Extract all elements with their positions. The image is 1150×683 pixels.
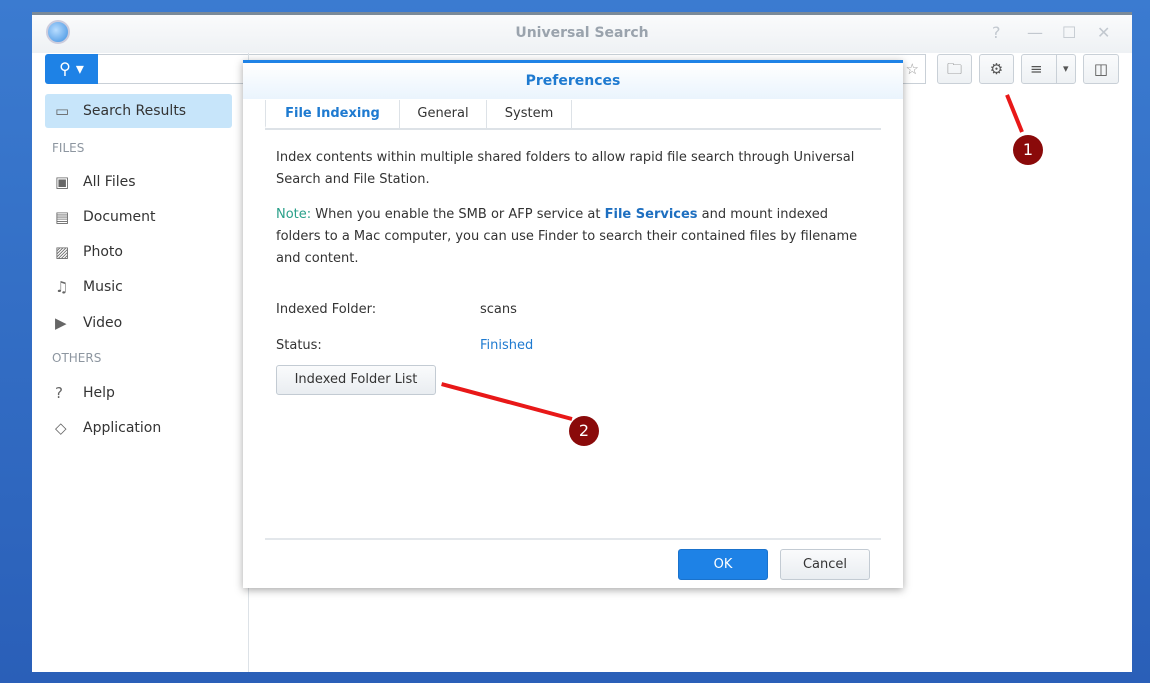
preferences-dialog: Preferences File Indexing General System…	[243, 60, 903, 588]
title-bar: Universal Search ? — ☐ ✕	[32, 15, 1132, 53]
status-label: Status:	[276, 338, 322, 353]
folder-star-icon: 🗀	[946, 60, 962, 78]
annotation-badge-1: 1	[1013, 135, 1043, 165]
video-icon: ▶	[55, 314, 67, 332]
sidebar-item-video[interactable]: ▶ Video	[45, 306, 232, 340]
sidebar-item-document[interactable]: ▤ Document	[45, 200, 232, 234]
close-icon[interactable]: ✕	[1097, 23, 1110, 42]
favorite-star-icon[interactable]: ☆	[906, 60, 919, 78]
chevron-down-icon[interactable]: ▾	[1056, 55, 1069, 83]
sidebar-item-label: Video	[83, 315, 123, 331]
status-value: Finished	[480, 338, 534, 353]
maximize-icon[interactable]: ☐	[1062, 23, 1076, 42]
description-text: Index contents within multiple shared fo…	[276, 150, 855, 187]
panel-icon: ◫	[1093, 60, 1109, 78]
note-text: Note: When you enable the SMB or AFP ser…	[276, 204, 876, 270]
note-part: When you enable the SMB or AFP service a…	[311, 207, 605, 222]
all-files-icon: ▣	[55, 173, 70, 191]
monitor-icon: ▭	[55, 102, 70, 120]
note-label: Note:	[276, 207, 312, 222]
gear-icon: ⚙	[989, 60, 1004, 78]
sidebar-item-search-results[interactable]: ▭ Search Results	[45, 94, 232, 128]
list-icon: ≡	[1030, 60, 1043, 78]
footer-divider	[265, 538, 881, 540]
view-mode-button[interactable]: ≡ ▾	[1021, 54, 1076, 84]
sidebar-item-label: Help	[83, 385, 115, 401]
help-icon: ?	[55, 384, 63, 402]
tab-bar: File Indexing General System	[265, 100, 881, 130]
music-icon: ♫	[55, 278, 69, 296]
file-services-link[interactable]: File Services	[605, 207, 698, 222]
toggle-panel-button[interactable]: ◫	[1083, 54, 1119, 84]
sidebar-item-label: All Files	[83, 174, 136, 190]
favorite-folders-button[interactable]: 🗀	[937, 54, 972, 84]
annotation-badge-2: 2	[569, 416, 599, 446]
sidebar-item-music[interactable]: ♫ Music	[45, 270, 232, 304]
others-section-header: OTHERS	[52, 351, 102, 365]
help-icon[interactable]: ?	[992, 23, 1001, 42]
sidebar: ▭ Search Results FILES ▣ All Files ▤ Docume…	[32, 53, 249, 672]
photo-icon: ▨	[55, 243, 70, 261]
document-icon: ▤	[55, 208, 70, 226]
sidebar-item-label: Photo	[83, 244, 123, 260]
sidebar-item-label: Music	[83, 279, 123, 295]
application-icon: ◇	[55, 419, 67, 437]
sidebar-item-photo[interactable]: ▨ Photo	[45, 235, 232, 269]
sidebar-item-label: Search Results	[83, 103, 187, 119]
sidebar-item-label: Document	[83, 209, 156, 225]
files-section-header: FILES	[52, 141, 85, 155]
cancel-button[interactable]: Cancel	[780, 549, 870, 580]
tab-file-indexing[interactable]: File Indexing	[265, 100, 399, 128]
window-title: Universal Search	[515, 25, 649, 41]
ok-button[interactable]: OK	[678, 549, 768, 580]
sidebar-item-label: Application	[83, 420, 162, 436]
sidebar-item-application[interactable]: ◇ Application	[45, 411, 232, 445]
minimize-icon[interactable]: —	[1027, 23, 1043, 42]
tab-system[interactable]: System	[486, 100, 572, 128]
indexed-folder-label: Indexed Folder:	[276, 302, 377, 317]
dialog-title: Preferences	[243, 63, 903, 99]
settings-button[interactable]: ⚙	[979, 54, 1014, 84]
indexed-folder-value: scans	[480, 302, 517, 317]
tab-general[interactable]: General	[399, 100, 486, 128]
indexed-folder-list-button[interactable]: Indexed Folder List	[276, 365, 436, 395]
sidebar-item-all-files[interactable]: ▣ All Files	[45, 165, 232, 199]
sidebar-item-help[interactable]: ? Help	[45, 376, 232, 410]
